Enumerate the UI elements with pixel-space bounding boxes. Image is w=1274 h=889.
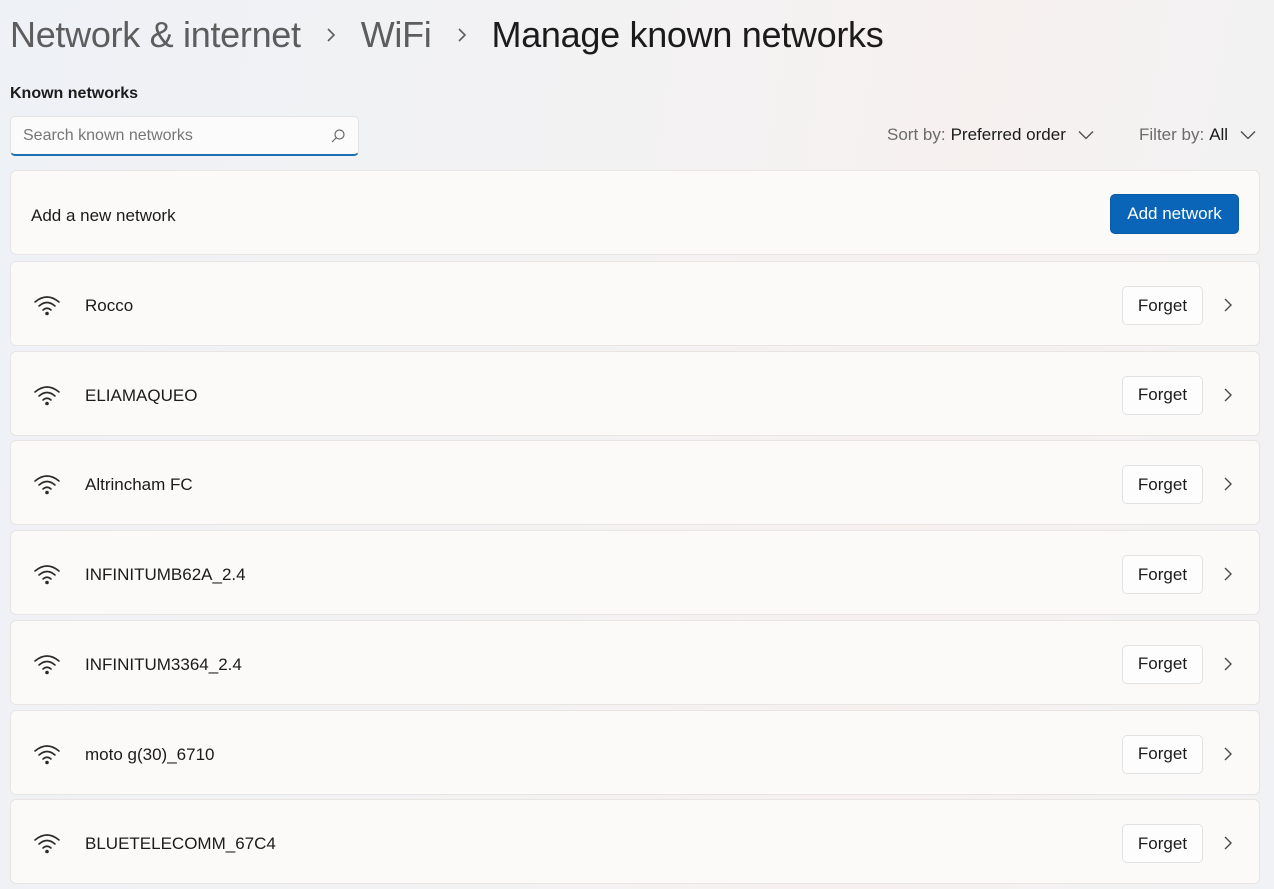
search-box [10,116,359,156]
sort-value: Preferred order [950,125,1066,144]
search-input[interactable] [23,126,330,145]
forget-button[interactable]: Forget [1122,375,1203,415]
network-name: moto g(30)_6710 [85,744,215,764]
filter-label: Filter by: [1139,125,1205,144]
wifi-icon [33,832,61,854]
breadcrumb-wifi[interactable]: WiFi [361,14,432,56]
network-row[interactable]: INFINITUMB62A_2.4 Forget [10,530,1260,616]
network-name: Rocco [85,296,134,315]
forget-button[interactable]: Forget [1122,465,1203,505]
network-row[interactable]: moto g(30)_6710 Forget [10,709,1260,795]
chevron-down-icon [1240,131,1256,140]
chevron-down-icon [1078,131,1094,140]
network-row[interactable]: Altrincham FC Forget [10,440,1260,526]
chevron-right-icon[interactable] [1223,387,1233,403]
wifi-icon [33,294,61,316]
network-row[interactable]: INFINITUM3364_2.4 Forget [10,619,1260,705]
forget-button[interactable]: Forget [1122,286,1203,325]
network-row[interactable]: Rocco Forget [10,261,1260,346]
chevron-right-icon [325,27,337,43]
chevron-right-icon[interactable] [1223,746,1233,762]
network-row[interactable]: ELIAMAQUEO Forget [10,350,1260,436]
chevron-right-icon[interactable] [1223,835,1233,851]
breadcrumb-network-internet[interactable]: Network & internet [10,14,301,56]
filter-dropdown[interactable]: Filter by: All [1139,125,1256,145]
wifi-icon [33,473,61,495]
chevron-right-icon [456,27,468,43]
network-row[interactable]: BLUETELECOMM_67C4 Forget [10,799,1260,885]
network-name: BLUETELECOMM_67C4 [85,834,276,854]
chevron-right-icon[interactable] [1223,476,1233,492]
sort-label: Sort by: [887,125,946,144]
network-name: ELIAMAQUEO [85,385,198,405]
forget-button[interactable]: Forget [1122,734,1203,774]
sort-dropdown[interactable]: Sort by: Preferred order [887,125,1094,145]
network-name: INFINITUM3364_2.4 [85,654,242,674]
search-icon[interactable] [330,128,346,144]
wifi-icon [33,653,61,675]
add-network-label: Add a new network [31,206,176,225]
chevron-right-icon[interactable] [1223,566,1233,582]
filter-value: All [1209,125,1229,144]
wifi-icon [33,563,61,585]
network-name: INFINITUMB62A_2.4 [85,565,246,585]
network-name: Altrincham FC [85,475,193,495]
wifi-icon [33,743,61,765]
known-networks-heading: Known networks [10,85,139,102]
breadcrumb: Network & internet WiFi Manage known net… [10,14,884,56]
forget-button[interactable]: Forget [1122,555,1203,595]
chevron-right-icon[interactable] [1223,297,1233,313]
chevron-right-icon[interactable] [1223,656,1233,672]
forget-button[interactable]: Forget [1122,824,1203,864]
add-network-button[interactable]: Add network [1110,194,1239,234]
wifi-icon [33,384,61,406]
add-network-card: Add a new network Add network [10,170,1260,255]
page-title: Manage known networks [491,14,884,55]
forget-button[interactable]: Forget [1122,644,1203,684]
